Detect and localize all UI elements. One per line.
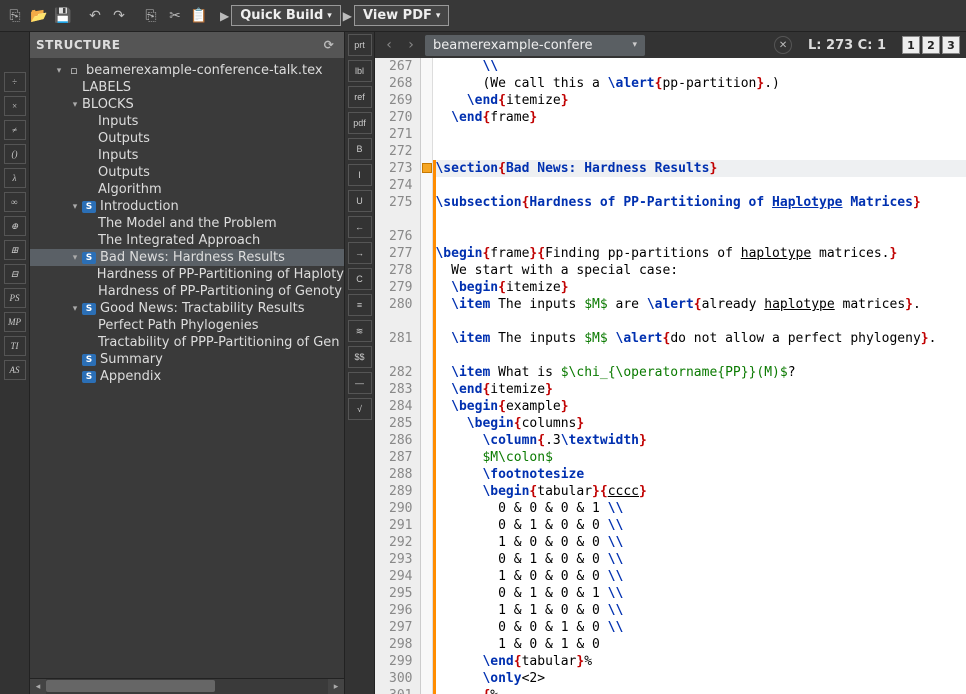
section-icon: S <box>82 201 96 213</box>
editor-tool-button[interactable]: ref <box>348 86 372 108</box>
editor-tool-button[interactable]: → <box>348 242 372 264</box>
view-button-2[interactable]: 2 <box>922 36 940 54</box>
scroll-left-icon[interactable]: ◂ <box>30 679 46 694</box>
cursor-position: L: 273 C: 1 <box>808 38 886 53</box>
tree-row[interactable]: ▾SBad News: Hardness Results <box>30 249 344 266</box>
save-icon[interactable]: 💾 <box>52 5 74 27</box>
symbol-button[interactable]: ÷ <box>4 72 26 92</box>
tree-row[interactable]: ▾▫beamerexample-conference-talk.tex <box>30 62 344 79</box>
main-toolbar: ⎘ 📂 💾 ↶ ↷ ⎘ ✂ 📋 ▶ Quick Build▾ ▶ View PD… <box>0 0 966 32</box>
view-run-icon[interactable]: ▶ <box>343 9 352 23</box>
copy-icon[interactable]: ⎘ <box>140 5 162 27</box>
tree-row[interactable]: Tractability of PPP-Partitioning of Gen <box>30 334 344 351</box>
tree-row[interactable]: ▾SGood News: Tractability Results <box>30 300 344 317</box>
tree-row[interactable]: Hardness of PP-Partitioning of Genoty <box>30 283 344 300</box>
open-file-icon[interactable]: 📂 <box>28 5 50 27</box>
symbol-button[interactable]: PS <box>4 288 26 308</box>
document-tab-label: beamerexample-confere <box>433 38 593 53</box>
symbol-button[interactable]: ⊟ <box>4 264 26 284</box>
structure-title: STRUCTURE <box>36 38 121 52</box>
editor-tool-button[interactable]: ≡ <box>348 294 372 316</box>
section-icon: S <box>82 303 96 315</box>
tree-row[interactable]: Hardness of PP-Partitioning of Haploty <box>30 266 344 283</box>
section-icon: S <box>82 371 96 383</box>
view-button-1[interactable]: 1 <box>902 36 920 54</box>
editor-tool-button[interactable]: — <box>348 372 372 394</box>
editor-tool-button[interactable]: C <box>348 268 372 290</box>
tree-row[interactable]: SAppendix <box>30 368 344 385</box>
view-pdf-button[interactable]: View PDF▾ <box>354 5 449 26</box>
section-icon: S <box>82 354 96 366</box>
tree-row[interactable]: LABELS <box>30 79 344 96</box>
tree-row[interactable]: Algorithm <box>30 181 344 198</box>
tree-row[interactable]: The Model and the Problem <box>30 215 344 232</box>
undo-icon[interactable]: ↶ <box>84 5 106 27</box>
section-icon: S <box>82 252 96 264</box>
tree-row[interactable]: Outputs <box>30 130 344 147</box>
chevron-down-icon: ▾ <box>632 40 637 50</box>
structure-tree[interactable]: ▾▫beamerexample-conference-talk.texLABEL… <box>30 58 344 678</box>
editor-tool-button[interactable]: pdf <box>348 112 372 134</box>
symbol-button[interactable]: () <box>4 144 26 164</box>
editor-tool-button[interactable]: B <box>348 138 372 160</box>
fold-column[interactable] <box>421 58 433 694</box>
structure-panel: STRUCTURE ⟳ ▾▫beamerexample-conference-t… <box>30 32 345 694</box>
symbol-button[interactable]: ⊞ <box>4 240 26 260</box>
change-marker <box>433 160 436 694</box>
editor-tabbar: ‹ › beamerexample-confere ▾ ✕ L: 273 C: … <box>375 32 966 58</box>
symbol-button[interactable]: ∞ <box>4 192 26 212</box>
scroll-right-icon[interactable]: ▸ <box>328 679 344 694</box>
symbol-button[interactable]: MP <box>4 312 26 332</box>
tree-row[interactable]: The Integrated Approach <box>30 232 344 249</box>
refresh-icon[interactable]: ⟳ <box>320 36 338 54</box>
code-area[interactable]: \\ (We call this a \alert{pp-partition}.… <box>433 58 966 694</box>
tree-row[interactable]: ▾BLOCKS <box>30 96 344 113</box>
tex-file-icon: ▫ <box>66 64 82 78</box>
tree-row[interactable]: SSummary <box>30 351 344 368</box>
structure-scrollbar[interactable]: ◂ ▸ <box>30 678 344 694</box>
redo-icon[interactable]: ↷ <box>108 5 130 27</box>
editor-tool-button[interactable]: prt <box>348 34 372 56</box>
paste-icon[interactable]: 📋 <box>188 5 210 27</box>
cut-icon[interactable]: ✂ <box>164 5 186 27</box>
tree-row[interactable]: Inputs <box>30 147 344 164</box>
document-tab[interactable]: beamerexample-confere ▾ <box>425 35 645 56</box>
view-selector: 123 <box>902 36 960 54</box>
editor-tool-button[interactable]: lbl <box>348 60 372 82</box>
symbol-button[interactable]: λ <box>4 168 26 188</box>
line-gutter: 267268269270271272273274275 276277278279… <box>375 58 421 694</box>
editor-tool-button[interactable]: U <box>348 190 372 212</box>
left-symbol-strip: ÷ × ≠ () λ ∞ ⊕ ⊞ ⊟ PS MP TI AS <box>0 32 30 694</box>
editor-tool-button[interactable]: $$ <box>348 346 372 368</box>
build-run-icon[interactable]: ▶ <box>220 9 229 23</box>
symbol-button[interactable]: TI <box>4 336 26 356</box>
editor-tool-button[interactable]: ≋ <box>348 320 372 342</box>
tree-row[interactable]: Inputs <box>30 113 344 130</box>
symbol-button[interactable]: AS <box>4 360 26 380</box>
editor-body[interactable]: 267268269270271272273274275 276277278279… <box>375 58 966 694</box>
symbol-button[interactable]: ⊕ <box>4 216 26 236</box>
quick-build-button[interactable]: Quick Build▾ <box>231 5 341 26</box>
editor-tool-button[interactable]: I <box>348 164 372 186</box>
editor-area: ‹ › beamerexample-confere ▾ ✕ L: 273 C: … <box>375 32 966 694</box>
editor-tool-button[interactable]: √ <box>348 398 372 420</box>
middle-tool-strip: prt lbl ref pdf BIU ← → C ≡ ≋ $$ — √ <box>345 32 375 694</box>
tree-row[interactable]: Perfect Path Phylogenies <box>30 317 344 334</box>
symbol-button[interactable]: ≠ <box>4 120 26 140</box>
editor-tool-button[interactable]: ← <box>348 216 372 238</box>
nav-back-icon[interactable]: ‹ <box>381 37 397 53</box>
symbol-button[interactable]: × <box>4 96 26 116</box>
new-file-icon[interactable]: ⎘ <box>4 5 26 27</box>
structure-header: STRUCTURE ⟳ <box>30 32 344 58</box>
tree-row[interactable]: ▾SIntroduction <box>30 198 344 215</box>
tree-row[interactable]: Outputs <box>30 164 344 181</box>
nav-forward-icon[interactable]: › <box>403 37 419 53</box>
close-tab-icon[interactable]: ✕ <box>774 36 792 54</box>
view-button-3[interactable]: 3 <box>942 36 960 54</box>
